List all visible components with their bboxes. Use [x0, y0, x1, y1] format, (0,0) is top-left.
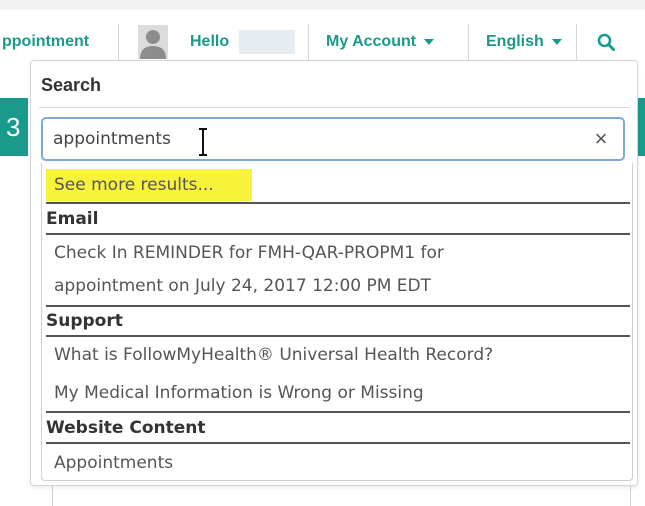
background-banner: 3: [0, 98, 28, 156]
search-dropdown-panel: Search × See more results... Email Check…: [30, 60, 638, 486]
top-strip: [0, 0, 645, 10]
search-toggle-button[interactable]: [586, 24, 626, 60]
hello-label: Hello: [190, 33, 230, 50]
background-banner-text: 3: [6, 112, 21, 142]
my-account-label: My Account: [326, 33, 417, 50]
user-avatar-icon: [138, 25, 168, 59]
result-item-email[interactable]: Check In REMINDER for FMH-QAR-PROPM1 for: [54, 243, 444, 263]
divider: [46, 202, 630, 204]
result-item-website[interactable]: Appointments: [54, 453, 173, 473]
caret-down-icon: [424, 39, 435, 45]
nav-appointments-link[interactable]: ppointment: [0, 24, 118, 60]
divider: [46, 411, 630, 413]
nav-divider: [468, 24, 469, 60]
text-cursor-icon: [199, 128, 207, 156]
group-heading-website-content: Website Content: [46, 418, 206, 438]
nav-divider: [308, 24, 309, 60]
search-input[interactable]: [53, 127, 573, 151]
user-name-redacted: [239, 30, 296, 54]
language-label: English: [486, 33, 544, 50]
group-heading-support: Support: [46, 311, 123, 331]
result-item-support[interactable]: What is FollowMyHealth® Universal Health…: [54, 345, 493, 365]
close-icon: ×: [594, 126, 608, 151]
divider: [46, 442, 630, 444]
nav-user-menu[interactable]: Hello: [138, 24, 308, 60]
result-item-email[interactable]: appointment on July 24, 2017 12:00 PM ED…: [54, 276, 431, 296]
search-box: ×: [41, 117, 625, 161]
caret-down-icon: [551, 39, 562, 45]
group-heading-email: Email: [46, 209, 99, 229]
clear-search-button[interactable]: ×: [589, 126, 613, 152]
divider: [46, 305, 630, 307]
search-icon: [597, 33, 615, 51]
search-panel-title: Search: [41, 75, 102, 95]
see-more-results-link[interactable]: See more results...: [54, 175, 214, 195]
divider: [46, 335, 630, 337]
nav-divider: [576, 24, 577, 60]
result-item-support[interactable]: My Medical Information is Wrong or Missi…: [54, 383, 424, 403]
nav-divider: [118, 24, 119, 60]
divider: [46, 233, 630, 235]
my-account-dropdown[interactable]: My Account: [326, 24, 458, 60]
top-navbar: ppointment Hello My Account English: [0, 24, 645, 60]
divider: [39, 107, 629, 108]
search-results-list: See more results... Email Check In REMIN…: [41, 163, 633, 481]
language-dropdown[interactable]: English: [486, 24, 566, 60]
nav-appointments-label: ppointment: [2, 33, 90, 50]
